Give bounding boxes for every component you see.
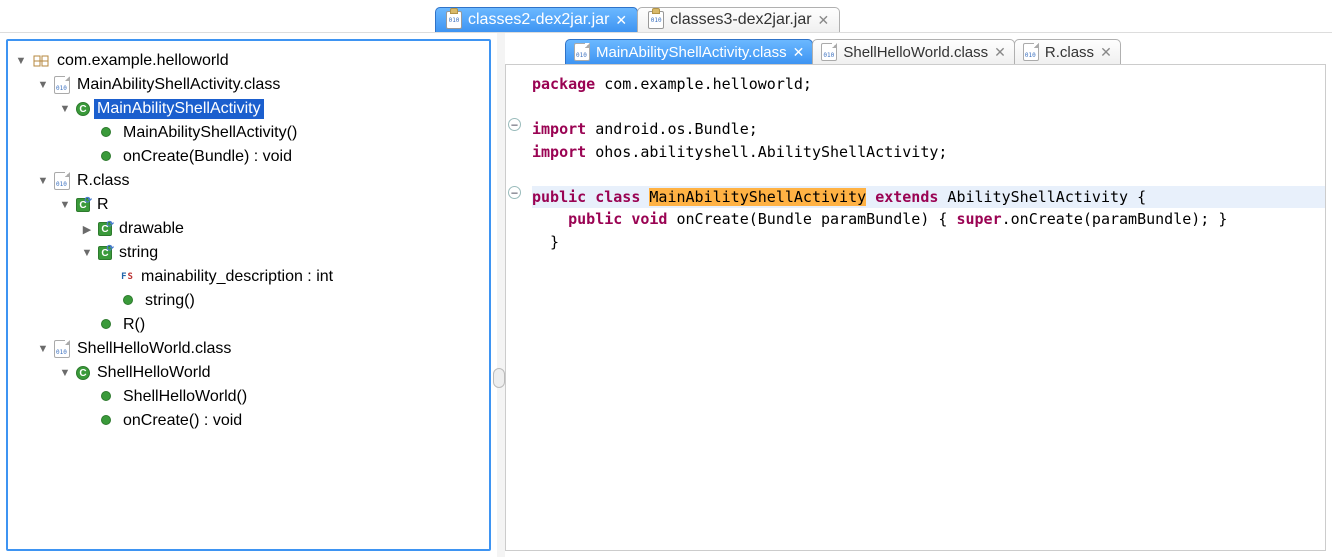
tree-class-file[interactable]: ▼ R.class — [10, 169, 487, 193]
close-icon[interactable]: ✕ — [994, 44, 1006, 61]
jar-icon — [648, 11, 664, 29]
method-icon — [101, 391, 111, 401]
tree-method[interactable]: ▼ ShellHelloWorld() — [10, 385, 487, 409]
tab-label: ShellHelloWorld.class — [843, 44, 988, 61]
class-file-icon — [821, 43, 837, 61]
class-icon: C — [76, 102, 90, 116]
tree-method[interactable]: ▼ onCreate() : void — [10, 409, 487, 433]
toggle-icon[interactable]: ▼ — [36, 342, 50, 356]
code-content: package com.example.helloworld; import a… — [532, 73, 1325, 253]
tree-label: ShellHelloWorld — [94, 363, 214, 383]
class-icon: C — [98, 246, 112, 260]
class-file-icon — [54, 76, 70, 94]
toggle-icon[interactable]: ▼ — [36, 174, 50, 188]
tree-inner-class[interactable]: ▼ C string — [10, 241, 487, 265]
editor-tab-shell[interactable]: ShellHelloWorld.class ✕ — [812, 39, 1015, 64]
close-icon[interactable]: ✕ — [818, 12, 830, 29]
tree-method[interactable]: ▼ onCreate(Bundle) : void — [10, 145, 487, 169]
tree-label: string — [116, 243, 161, 263]
jar-tab-classes2[interactable]: classes2-dex2jar.jar ✕ — [435, 7, 638, 32]
fold-icon[interactable]: − — [508, 118, 521, 131]
method-icon — [101, 319, 111, 329]
tree-class-file[interactable]: ▼ ShellHelloWorld.class — [10, 337, 487, 361]
toggle-icon[interactable]: ▼ — [80, 246, 94, 260]
tree-label: R.class — [74, 171, 132, 191]
tree-label: ShellHelloWorld.class — [74, 339, 234, 359]
method-icon — [101, 415, 111, 425]
toggle-icon[interactable]: ▶ — [80, 222, 94, 236]
toggle-icon[interactable]: ▼ — [36, 78, 50, 92]
field-icon — [120, 270, 134, 284]
toggle-icon[interactable]: ▼ — [58, 366, 72, 380]
tree-class[interactable]: ▼ C R — [10, 193, 487, 217]
tree-label: mainability_description : int — [138, 267, 336, 287]
close-icon[interactable]: ✕ — [1100, 44, 1112, 61]
class-icon: C — [76, 366, 90, 380]
class-icon: C — [98, 222, 112, 236]
source-editor[interactable]: − − package com.example.helloworld; impo… — [505, 64, 1326, 551]
jar-icon — [446, 11, 462, 29]
close-icon[interactable]: ✕ — [793, 44, 805, 61]
package-explorer[interactable]: ▼ com.example.helloworld ▼ MainAbilitySh… — [6, 39, 491, 551]
editor-pane: MainAbilityShellActivity.class ✕ ShellHe… — [505, 39, 1332, 557]
tab-label: MainAbilityShellActivity.class — [596, 44, 787, 61]
tree-class[interactable]: ▼ C ShellHelloWorld — [10, 361, 487, 385]
tree-method[interactable]: ▼ R() — [10, 313, 487, 337]
main-split: ▼ com.example.helloworld ▼ MainAbilitySh… — [0, 32, 1332, 557]
editor-tab-r[interactable]: R.class ✕ — [1014, 39, 1121, 64]
tree-package[interactable]: ▼ com.example.helloworld — [10, 49, 487, 73]
editor-tabs: MainAbilityShellActivity.class ✕ ShellHe… — [505, 39, 1332, 64]
tab-label: classes2-dex2jar.jar — [468, 11, 609, 29]
tree-label: MainAbilityShellActivity.class — [74, 75, 283, 95]
tree-label: R() — [120, 315, 148, 335]
tree-method[interactable]: ▼ string() — [10, 289, 487, 313]
jar-tab-classes3[interactable]: classes3-dex2jar.jar ✕ — [637, 7, 840, 32]
class-file-icon — [54, 340, 70, 358]
tree-class-selected[interactable]: ▼ C MainAbilityShellActivity — [10, 97, 487, 121]
class-file-icon — [1023, 43, 1039, 61]
class-file-icon — [54, 172, 70, 190]
toggle-icon[interactable]: ▼ — [58, 198, 72, 212]
tree-label: ShellHelloWorld() — [120, 387, 250, 407]
tree-method[interactable]: ▼ MainAbilityShellActivity() — [10, 121, 487, 145]
tree-inner-class[interactable]: ▶ C drawable — [10, 217, 487, 241]
fold-icon[interactable]: − — [508, 186, 521, 199]
tab-label: classes3-dex2jar.jar — [670, 11, 811, 29]
tree-class-file[interactable]: ▼ MainAbilityShellActivity.class — [10, 73, 487, 97]
package-icon — [32, 52, 50, 70]
close-icon[interactable]: ✕ — [615, 12, 627, 29]
toggle-icon[interactable]: ▼ — [58, 102, 72, 116]
tree-label: R — [94, 195, 112, 215]
editor-tab-main[interactable]: MainAbilityShellActivity.class ✕ — [565, 39, 813, 64]
class-file-icon — [574, 43, 590, 61]
method-icon — [101, 127, 111, 137]
class-icon: C — [76, 198, 90, 212]
tree-label: MainAbilityShellActivity — [94, 99, 264, 119]
tree-label: drawable — [116, 219, 187, 239]
tree-field[interactable]: ▼ mainability_description : int — [10, 265, 487, 289]
method-icon — [101, 151, 111, 161]
divider-handle-icon[interactable] — [493, 368, 505, 388]
split-divider[interactable] — [497, 33, 505, 557]
tree-label: MainAbilityShellActivity() — [120, 123, 300, 143]
tab-label: R.class — [1045, 44, 1094, 61]
jar-tabs: classes2-dex2jar.jar ✕ classes3-dex2jar.… — [0, 0, 1332, 32]
tree-label: string() — [142, 291, 198, 311]
tree-label: com.example.helloworld — [54, 51, 232, 71]
tree-label: onCreate() : void — [120, 411, 245, 431]
toggle-icon[interactable]: ▼ — [14, 54, 28, 68]
tree-label: onCreate(Bundle) : void — [120, 147, 295, 167]
method-icon — [123, 295, 133, 305]
